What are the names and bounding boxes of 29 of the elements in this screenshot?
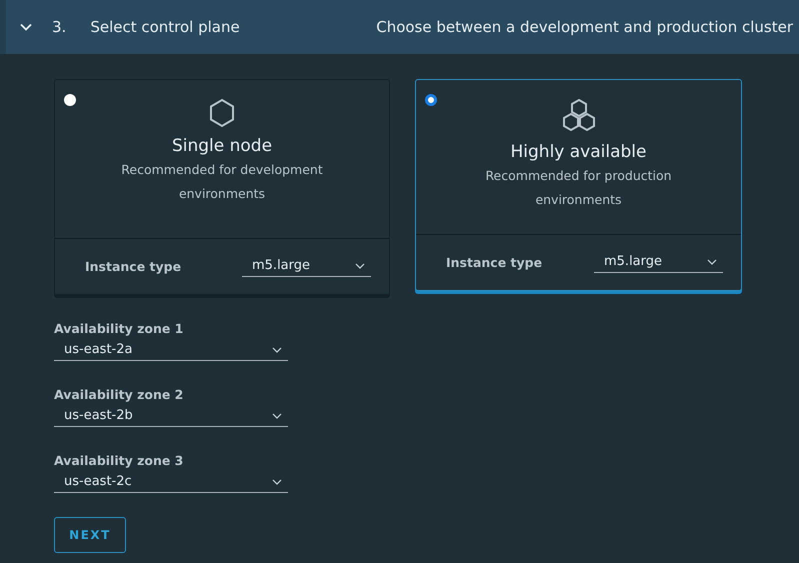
next-button[interactable]: NEXT — [54, 517, 126, 553]
field-label: Availability zone 2 — [54, 387, 184, 402]
radio-button[interactable] — [64, 94, 76, 106]
option-card[interactable]: Highly available Recommended for production environments Instance type m5.large — [415, 79, 742, 291]
field-label: Availability zone 3 — [54, 453, 184, 468]
availability-zone-select[interactable]: us-east-2a — [54, 340, 288, 361]
chevron-down-icon[interactable] — [20, 23, 32, 31]
chevron-down-icon — [707, 258, 717, 264]
radio-button[interactable] — [425, 94, 437, 106]
instance-type-select[interactable]: m5.large — [242, 256, 371, 277]
step-header[interactable]: 3. Select control plane Choose between a development and production cluster — [0, 0, 799, 54]
option-description: Recommended for production environments — [484, 167, 673, 209]
chevron-down-icon — [272, 346, 282, 352]
step-number: 3. — [52, 18, 66, 36]
availability-zone-select[interactable]: us-east-2c — [54, 472, 288, 493]
step-description: Choose between a development and production cluster — [376, 18, 793, 36]
option-description: Recommended for development environments — [120, 161, 324, 203]
instance-type-select[interactable]: m5.large — [594, 252, 723, 273]
step-title: Select control plane — [90, 18, 240, 36]
field-label: Availability zone 1 — [54, 321, 184, 336]
chevron-down-icon — [272, 412, 282, 418]
field-label: Instance type — [85, 259, 182, 274]
chevron-down-icon — [272, 478, 282, 484]
availability-zone-select[interactable]: us-east-2b — [54, 406, 288, 427]
field-label: Instance type — [446, 255, 542, 270]
option-title: Highly available — [510, 142, 646, 162]
option-title: Single node — [172, 136, 272, 156]
hexagon-icon — [209, 98, 235, 128]
chevron-down-icon — [355, 262, 365, 268]
